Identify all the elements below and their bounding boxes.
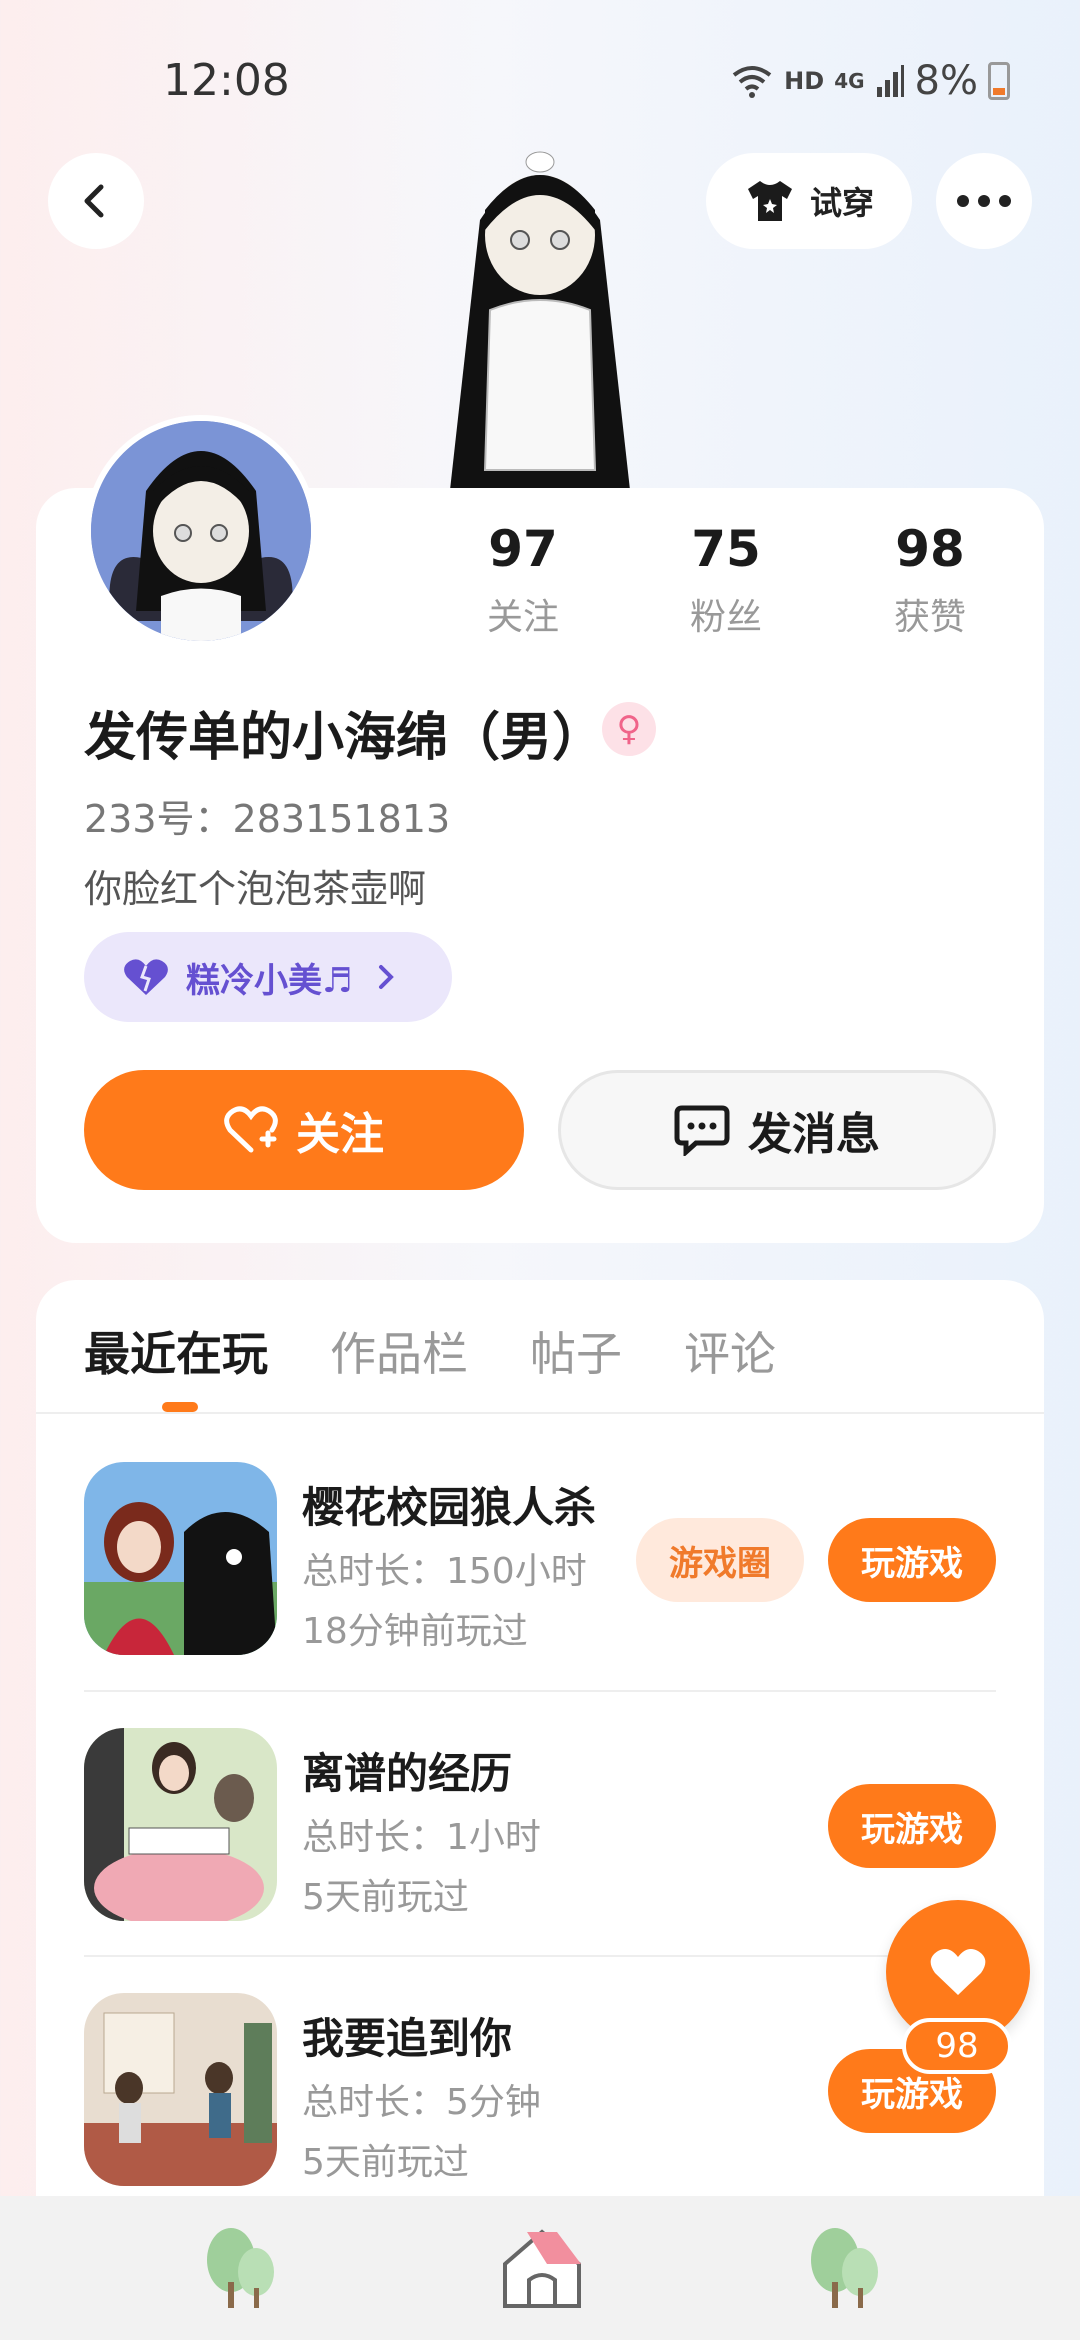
game-thumbnail-image — [84, 1728, 277, 1921]
row-divider — [84, 1690, 996, 1692]
avatar[interactable] — [85, 415, 317, 647]
status-time: 12:08 — [163, 55, 290, 106]
stat-followers[interactable]: 75 粉丝 — [646, 520, 806, 640]
try-on-label: 试穿 — [809, 184, 874, 222]
back-button[interactable] — [48, 153, 144, 249]
tab-recent-play[interactable]: 最近在玩 — [84, 1318, 268, 1384]
tree-icon[interactable] — [800, 2222, 890, 2312]
wifi-icon — [732, 66, 772, 98]
network-label: 4G — [834, 69, 865, 93]
heart-icon — [930, 1949, 986, 1995]
chat-bubble-icon — [674, 1105, 730, 1156]
signal-icon — [876, 65, 904, 97]
gender-icon: ♀ — [616, 709, 642, 749]
stat-followers-label: 粉丝 — [689, 597, 762, 638]
stat-followers-value: 75 — [691, 520, 761, 578]
game-title: 离谱的经历 — [302, 1749, 513, 1798]
try-on-button[interactable]: 试穿 — [706, 153, 912, 249]
active-tab-indicator — [162, 1402, 198, 1412]
play-game-button[interactable]: 玩游戏 — [828, 1784, 996, 1868]
username: 发传单的小海绵（男） — [84, 708, 605, 768]
row-divider — [84, 1955, 996, 1957]
profile-tabs: 最近在玩 作品栏 帖子 评论 — [84, 1318, 776, 1384]
game-last-played: 5天前玩过 — [302, 1877, 469, 1918]
chevron-left-icon — [84, 184, 104, 218]
game-row[interactable]: 我要追到你 总时长：5分钟 5天前玩过 玩游戏 — [84, 1993, 996, 2193]
tree-icon[interactable] — [196, 2222, 286, 2312]
game-last-played: 5天前玩过 — [302, 2142, 469, 2183]
game-circle-button[interactable]: 游戏圈 — [636, 1518, 804, 1602]
bottom-bar — [0, 2196, 1080, 2340]
game-thumbnail[interactable] — [84, 1993, 277, 2186]
game-duration: 总时长：150小时 — [302, 1551, 587, 1592]
tab-works[interactable]: 作品栏 — [330, 1318, 468, 1384]
user-id: 233号：283151813 — [84, 797, 451, 841]
user-tag-label: 糕冷小美♬ — [186, 960, 353, 1001]
game-title: 我要追到你 — [302, 2014, 513, 2063]
game-duration: 总时长：1小时 — [302, 1817, 541, 1858]
message-button[interactable]: 发消息 — [558, 1070, 996, 1190]
user-bio: 你脸红个泡泡茶壶啊 — [84, 867, 427, 911]
game-duration: 总时长：5分钟 — [302, 2082, 541, 2123]
game-title: 樱花校园狼人杀 — [302, 1483, 597, 1532]
gender-badge: ♀ — [602, 702, 656, 756]
stat-likes-value: 98 — [895, 520, 965, 578]
tab-posts[interactable]: 帖子 — [530, 1318, 622, 1384]
battery-icon — [988, 62, 1010, 100]
game-thumbnail-image — [84, 1993, 277, 2186]
game-thumbnail[interactable] — [84, 1462, 277, 1655]
heart-plus-icon — [224, 1106, 278, 1153]
game-thumbnail-image — [84, 1462, 277, 1655]
home-icon[interactable] — [497, 2222, 587, 2312]
chevron-right-icon — [379, 965, 395, 989]
stat-following[interactable]: 97 关注 — [443, 520, 603, 640]
user-tag-pill[interactable]: 糕冷小美♬ — [84, 932, 452, 1022]
follow-label: 关注 — [296, 1109, 384, 1160]
stat-following-value: 97 — [488, 520, 558, 578]
more-dots-icon — [957, 195, 1011, 207]
like-count-badge: 98 — [902, 2018, 1012, 2074]
follow-button[interactable]: 关注 — [84, 1070, 524, 1190]
game-row[interactable]: 离谱的经历 总时长：1小时 5天前玩过 玩游戏 — [84, 1728, 996, 1928]
game-row[interactable]: 樱花校园狼人杀 总时长：150小时 18分钟前玩过 游戏圈 玩游戏 — [84, 1462, 996, 1662]
game-last-played: 18分钟前玩过 — [302, 1611, 528, 1652]
character-avatar-figure — [450, 151, 630, 490]
more-button[interactable] — [936, 153, 1032, 249]
purple-heart-icon — [124, 959, 168, 995]
play-game-button[interactable]: 玩游戏 — [828, 1518, 996, 1602]
status-bar: 12:08 HD 4G 8% — [0, 0, 1080, 150]
tshirt-icon — [747, 181, 792, 221]
tabs-divider — [36, 1412, 1044, 1414]
stat-likes-label: 获赞 — [893, 597, 966, 638]
stat-likes[interactable]: 98 获赞 — [850, 520, 1010, 640]
battery-percent: 8% — [914, 58, 978, 104]
avatar-image — [91, 421, 311, 641]
hd-label: HD — [784, 67, 825, 95]
status-indicators: HD 4G 8% — [730, 58, 1010, 104]
tab-comments[interactable]: 评论 — [684, 1318, 776, 1384]
game-thumbnail[interactable] — [84, 1728, 277, 1921]
stat-following-label: 关注 — [486, 597, 559, 638]
message-label: 发消息 — [748, 1109, 880, 1160]
